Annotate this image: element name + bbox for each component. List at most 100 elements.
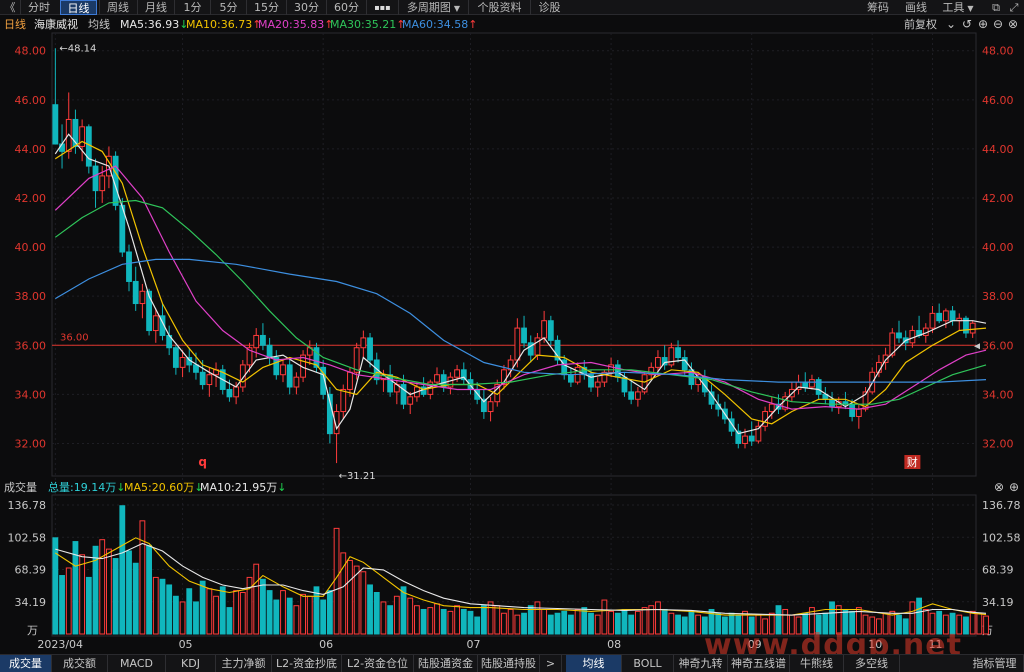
volume-bar: [514, 614, 521, 635]
candle-body: [199, 371, 206, 386]
volume-bar: [387, 605, 394, 635]
volume-tick-right: 102.58: [982, 531, 1021, 544]
volume-bar: [574, 608, 581, 635]
kline-chart[interactable]: 36.00 48.00 48.00 46.00 46.00 44.00 44.00 42.0…: [0, 0, 1024, 654]
candle: [280, 360, 286, 383]
volume-bar: [447, 610, 454, 635]
down-arrow-icon: ↓: [277, 481, 287, 494]
tab-td9[interactable]: 神奇九转: [674, 655, 728, 672]
candle: [668, 342, 675, 368]
tab-main-net[interactable]: 主力净额: [216, 655, 272, 672]
volume-bar: [695, 614, 702, 635]
tab-kdj[interactable]: KDJ: [166, 655, 216, 672]
candle-body: [59, 143, 65, 152]
volume-bar: [681, 616, 688, 635]
candle: [722, 401, 728, 424]
price-tick-right: 34.00: [982, 388, 1014, 401]
volume-bar: [373, 592, 380, 635]
candle: [92, 158, 99, 208]
price-tick-left: 42.00: [15, 192, 47, 205]
tab-bull-bear[interactable]: 牛熊线: [790, 655, 844, 672]
volume-bar: [601, 599, 608, 635]
volume-bar: [219, 586, 226, 635]
tab-hk-connect-hold[interactable]: 陆股通持股: [478, 655, 540, 672]
tab-turnover[interactable]: 成交额: [52, 655, 108, 672]
price-tick-left: 48.00: [15, 45, 47, 58]
candle-body: [949, 310, 956, 322]
volume-bar: [186, 588, 193, 635]
candle-body: [942, 310, 949, 322]
volume-bar: [179, 601, 186, 635]
volume-bar: [963, 616, 969, 635]
tab-ma[interactable]: 均线: [566, 655, 622, 672]
candle-body: [172, 347, 179, 368]
volume-bar: [199, 580, 206, 635]
volume-bar: [460, 608, 467, 635]
candle-body: [614, 364, 621, 378]
price-tick-left: 36.00: [15, 339, 47, 352]
candle: [963, 315, 969, 338]
settings-icon[interactable]: ⊕: [1009, 480, 1019, 495]
volume-bar: [59, 575, 65, 635]
candle: [420, 377, 427, 397]
candle: [661, 345, 668, 370]
volume-label: 成交量: [4, 481, 37, 494]
candle-body: [454, 369, 460, 378]
candle-body: [802, 381, 809, 388]
ma-line-ma5: [54, 133, 987, 435]
candle-body: [936, 312, 943, 322]
volume-bar: [628, 614, 635, 635]
candle-body: [849, 403, 856, 417]
volume-bar: [300, 593, 306, 635]
candle-body: [79, 126, 86, 147]
tab-five-lines[interactable]: 神奇五线谱: [728, 655, 790, 672]
price-tick-right: 40.00: [982, 241, 1014, 254]
volume-ma5: MA5:20.60万↓: [124, 480, 203, 495]
candle: [815, 377, 822, 400]
chevron-right-icon[interactable]: >: [540, 655, 562, 672]
volume-bar: [246, 576, 253, 635]
candle: [273, 350, 280, 380]
candle-body: [809, 379, 815, 388]
volume-bar: [487, 601, 494, 635]
tab-macd[interactable]: MACD: [108, 655, 166, 672]
tab-l2-bottom[interactable]: L2-资金抄底: [272, 655, 342, 672]
candle-body: [594, 381, 601, 388]
tab-boll[interactable]: BOLL: [622, 655, 674, 672]
volume-infobar: 成交量 总量:19.14万↓ MA5:20.60万↓ MA10:21.95万↓ …: [0, 479, 1024, 495]
volume-bar: [969, 610, 976, 635]
tab-volume[interactable]: 成交量: [0, 655, 52, 672]
tab-l2-position[interactable]: L2-资金仓位: [342, 655, 414, 672]
candle-body: [547, 320, 554, 341]
tab-hk-connect-fund[interactable]: 陆股通资金: [414, 655, 478, 672]
candle-body: [286, 364, 293, 388]
close-indicator-icon[interactable]: ⊗: [994, 480, 1004, 495]
tab-long-short[interactable]: 多空线: [844, 655, 900, 672]
volume-bar: [454, 605, 460, 635]
price-tick-right: 44.00: [982, 143, 1014, 156]
candle-body: [152, 315, 159, 332]
candle: [755, 421, 762, 444]
volume-bar: [474, 616, 481, 635]
volume-bar: [326, 590, 333, 635]
candle-body: [179, 357, 186, 368]
indicator-manage-button[interactable]: 指标管理: [966, 655, 1024, 672]
candle-body: [85, 126, 92, 167]
volume-bar: [119, 505, 126, 635]
candle-body: [514, 327, 521, 361]
volume-bar: [85, 576, 92, 635]
ma-lines: [54, 133, 987, 435]
indicator-tabs: 成交量 成交额 MACD KDJ 主力净额 L2-资金抄底 L2-资金仓位 陆股…: [0, 654, 1024, 672]
volume-bar: [239, 592, 246, 635]
volume-axis: 136.78 136.78 102.58 102.58 68.39 68.39 34.19 3…: [8, 499, 1021, 637]
candle: [795, 374, 802, 395]
volume-bar: [333, 527, 340, 635]
volume-bar: [554, 612, 561, 635]
volume-bar: [280, 590, 286, 635]
candle-body: [226, 388, 233, 398]
volume-bar: [621, 608, 628, 635]
candle: [594, 377, 601, 397]
candle-body: [634, 391, 641, 400]
volume-bar: [347, 559, 353, 635]
volume-bar: [494, 605, 501, 635]
